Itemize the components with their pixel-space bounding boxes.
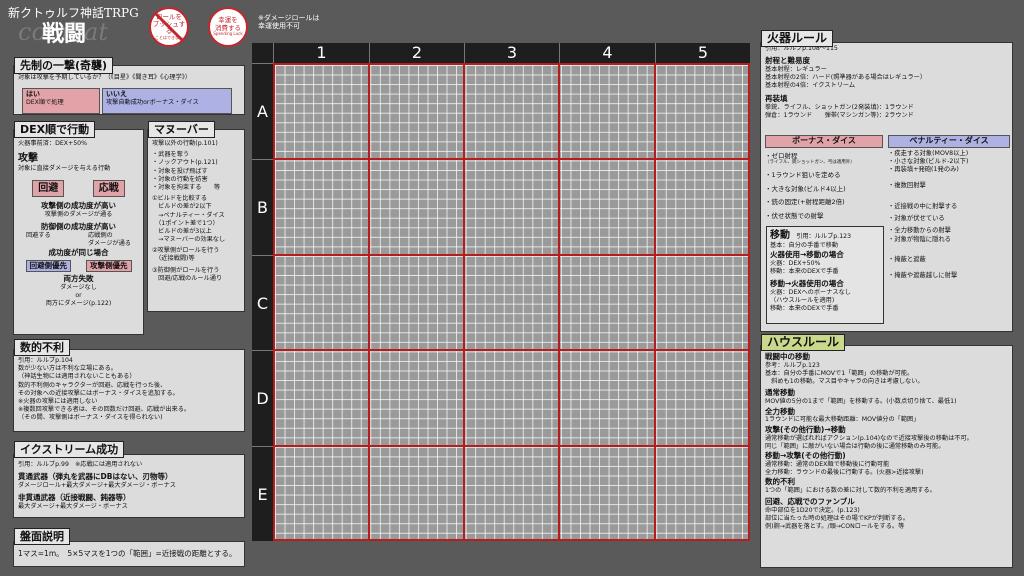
maneuver-panel: 攻撃以外の行動(p.101) ・武器を奪う ・ノックアウト(p.121) ・対象…: [147, 129, 245, 312]
no-push-badge: ロールを プッシュする ことはできない: [149, 7, 189, 47]
grid-row-a: A: [252, 63, 273, 159]
grid-divider: [654, 63, 656, 541]
grid-col-1: 1: [273, 43, 369, 63]
maneuver-title: マヌーバー: [148, 121, 215, 138]
counter-label: 応戦: [92, 179, 125, 197]
attack-priority: 攻撃側優先: [86, 259, 132, 272]
firearms-title: 火器ルール: [761, 30, 834, 47]
extreme-title: イクストリーム成功: [14, 441, 125, 458]
prohibited-icon: [154, 12, 184, 42]
grid-row-d: D: [252, 350, 273, 446]
surprise-no: いいえ 攻撃自動成功orボーナス・ダイス: [102, 88, 232, 114]
grid-divider: [273, 349, 750, 351]
grid-row-e: E: [252, 446, 273, 541]
page-title: 戦闘: [42, 21, 87, 47]
grid-col-5: 5: [655, 43, 750, 63]
firearms-panel: 引用：ルルブp.108～115 射程と難易度 基本射程：レギュラー 基本射程の2…: [760, 42, 1013, 332]
grid-divider: [273, 445, 750, 447]
outnumber-panel: 引用：ルルブp.104 数が少ない方は不利な立場にある。 （神話生物には適用され…: [13, 349, 245, 432]
grid-col-3: 3: [464, 43, 559, 63]
move-section: 移動 引用：ルルブp.123 基本：自分の手番で移動 火器使用→移動の場合 火器…: [766, 226, 884, 324]
luck-badge: 幸運を 消費する Spending Luck: [208, 7, 248, 47]
penalty-dice-title: ペナルティー・ダイス: [888, 135, 1010, 148]
grid-col-4: 4: [559, 43, 655, 63]
grid-divider: [368, 63, 370, 541]
battle-grid[interactable]: [273, 63, 750, 541]
evade-label: 回避: [32, 179, 65, 197]
surprise-title: 先制の一撃(奇襲): [14, 57, 114, 74]
grid-col-2: 2: [369, 43, 464, 63]
evade-priority: 回避側優先: [25, 259, 71, 272]
board-title: 盤面説明: [14, 528, 70, 545]
grid-divider: [273, 158, 750, 160]
grid-corner: [252, 43, 273, 63]
outnumber-title: 数的不利: [14, 339, 70, 356]
luck-note: ※ダメージロールは 幸運使用不可: [258, 14, 320, 31]
bonus-dice-section: ボーナス・ダイス ・ゼロ射程 （ライフル、銃ショットガン、弓は適用外） ・1ラウ…: [765, 135, 883, 220]
grid-divider: [273, 254, 750, 256]
dex-panel: 火器事前済：DEX+50% 攻撃 対象に直接ダメージを与える行動 回避 応戦 攻…: [13, 129, 144, 335]
house-title: ハウスルール: [761, 334, 846, 351]
house-panel: 戦闘中の移動 参考：ルルブp.123 基本：自分の手番にMOVで1「範囲」の移動…: [760, 345, 1013, 568]
bonus-dice-title: ボーナス・ダイス: [765, 135, 883, 148]
grid-row-b: B: [252, 159, 273, 255]
grid-row-c: C: [252, 255, 273, 350]
extreme-panel: 引用：ルルブp.99 ※応戦には適用されない 貫通武器（弾丸を武器にDBはない、…: [13, 454, 245, 518]
move-title: 移動: [770, 230, 790, 241]
dex-title: DEX順で行動: [14, 121, 96, 138]
surprise-yes: はい DEX順で処理: [22, 88, 100, 114]
penalty-dice-section: ペナルティー・ダイス ・疾走する対象(MOV8以上) ・小さな対象(ビルド-2以…: [888, 135, 1010, 281]
grid-divider: [558, 63, 560, 541]
grid-divider: [463, 63, 465, 541]
